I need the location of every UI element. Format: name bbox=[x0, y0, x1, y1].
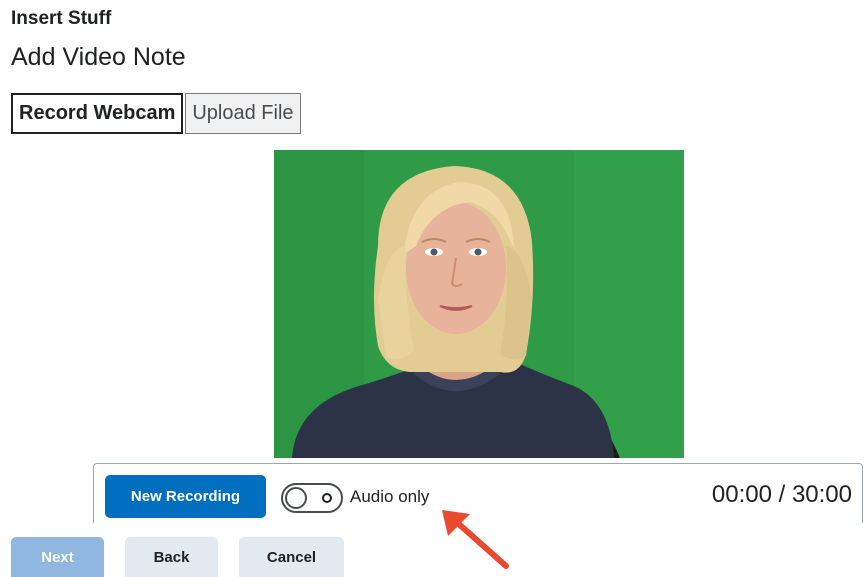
recording-timer: 00:00 / 30:00 bbox=[711, 481, 852, 508]
source-tabs: Record Webcam Upload File bbox=[11, 93, 301, 134]
back-button[interactable]: Back bbox=[125, 537, 218, 577]
add-video-note-dialog: Insert Stuff Add Video Note Record Webca… bbox=[0, 0, 866, 577]
audio-only-toggle[interactable] bbox=[281, 483, 343, 513]
dialog-crumb: Insert Stuff bbox=[11, 8, 112, 29]
toggle-off-indicator-icon bbox=[322, 493, 332, 503]
page-title: Add Video Note bbox=[11, 43, 186, 71]
tab-record-webcam[interactable]: Record Webcam bbox=[11, 93, 184, 134]
tab-upload-file[interactable]: Upload File bbox=[185, 93, 301, 134]
webcam-preview-image bbox=[274, 150, 684, 458]
webcam-preview bbox=[274, 150, 684, 458]
toggle-knob bbox=[285, 487, 307, 509]
cancel-button[interactable]: Cancel bbox=[239, 537, 344, 577]
audio-only-label: Audio only bbox=[350, 487, 430, 506]
new-recording-button[interactable]: New Recording bbox=[105, 475, 266, 518]
next-button[interactable]: Next bbox=[11, 537, 104, 577]
annotation-arrow-icon bbox=[442, 510, 509, 569]
